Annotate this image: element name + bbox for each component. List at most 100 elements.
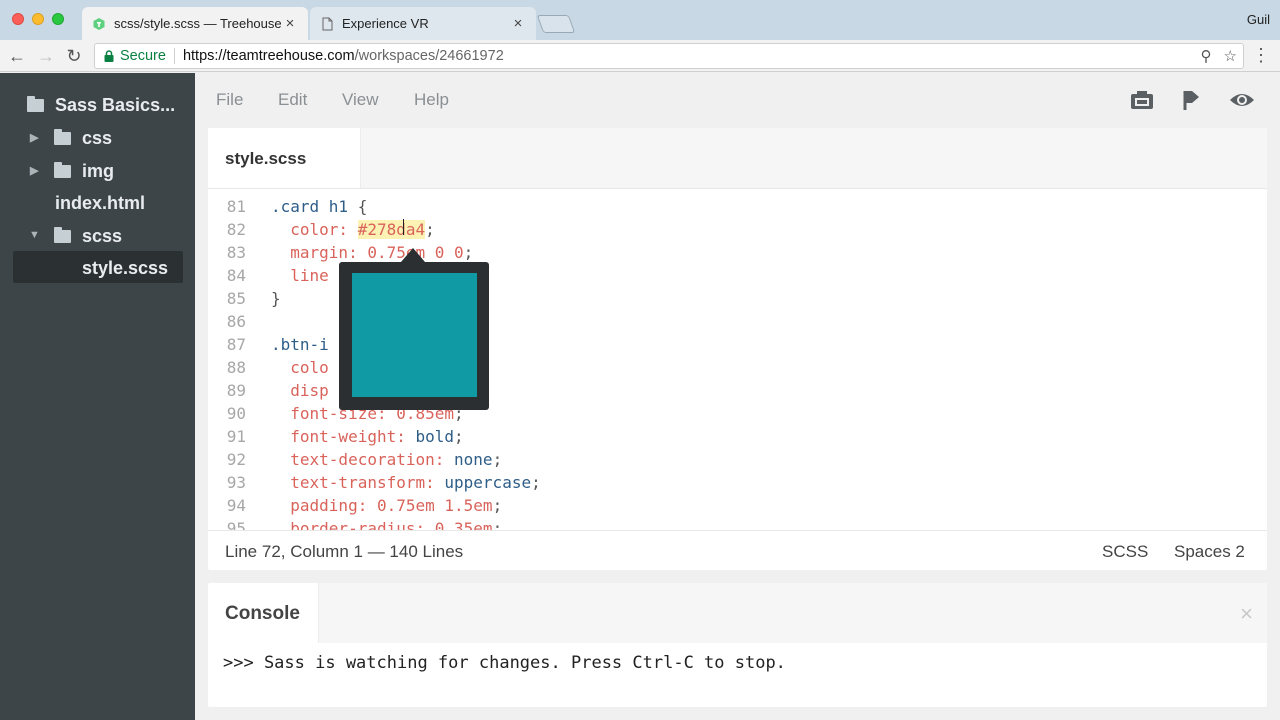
editor-status-bar: Line 72, Column 1 — 140 Lines SCSS Space…: [208, 530, 1267, 570]
line-number: 93: [226, 473, 246, 492]
console-tab-strip: [319, 583, 1267, 643]
bookmark-star-icon[interactable]: ☆: [1224, 47, 1237, 65]
code-token: ;: [425, 220, 435, 239]
address-bar[interactable]: Secure https://teamtreehouse.com /worksp…: [94, 43, 1244, 69]
color-swatch: [352, 273, 477, 397]
code-text: }: [271, 287, 281, 310]
line-number: 86: [226, 312, 246, 331]
reload-icon[interactable]: ↻: [63, 45, 85, 67]
menu-help[interactable]: Help: [414, 90, 449, 110]
window-zoom-button[interactable]: [52, 13, 64, 25]
sidebar-item-css[interactable]: ▶ css: [0, 121, 195, 153]
lock-icon: [104, 50, 114, 62]
code-token: colo: [271, 358, 329, 377]
tab-title: scss/style.scss — Treehouse W: [114, 16, 282, 31]
code-token: .btn-i: [271, 335, 329, 354]
code-token: text-transform:: [271, 473, 445, 492]
code-text: colo: [271, 356, 329, 379]
code-token: ;: [492, 519, 503, 530]
camera-icon[interactable]: [1130, 89, 1154, 111]
folder-icon: [54, 129, 71, 145]
tab-title: Experience VR: [342, 16, 429, 31]
sidebar-item-index-html[interactable]: index.html: [0, 186, 195, 218]
browser-tab-strip: scss/style.scss — Treehouse W × Experien…: [0, 0, 1280, 40]
sidebar-item-label: style.scss: [82, 258, 169, 278]
tab-close-icon[interactable]: ×: [510, 15, 526, 32]
folder-icon: [54, 227, 71, 243]
project-root[interactable]: Sass Basics...: [0, 88, 195, 120]
menu-view[interactable]: View: [342, 90, 379, 110]
sidebar-item-label: index.html: [55, 193, 146, 213]
code-text: padding: 0.75em 1.5em;: [271, 494, 502, 517]
language-mode[interactable]: SCSS: [1102, 542, 1148, 562]
code-token: ;: [463, 243, 474, 262]
line-number: 95: [226, 519, 246, 530]
console-output[interactable]: >>> Sass is watching for changes. Press …: [223, 653, 786, 673]
code-token: text-decoration:: [271, 450, 455, 469]
folder-icon: [27, 96, 44, 112]
cursor-position-status: Line 72, Column 1 — 140 Lines: [225, 542, 464, 561]
line-number: 82: [226, 220, 246, 239]
zoom-icon[interactable]: ⚲: [1201, 47, 1212, 65]
code-text: border-radius: 0.35em;: [271, 517, 502, 530]
browser-menu-icon[interactable]: ⋮: [1252, 46, 1270, 64]
code-token: 0.75em 1.5em: [376, 496, 493, 515]
line-number: 91: [226, 427, 246, 446]
sidebar-item-img[interactable]: ▶ img: [0, 154, 195, 186]
profile-name[interactable]: Guil: [1247, 12, 1270, 27]
indentation-setting[interactable]: Spaces 2: [1174, 542, 1245, 562]
chevron-right-icon[interactable]: ▶: [30, 131, 38, 144]
code-token: margin:: [271, 243, 368, 262]
chevron-right-icon[interactable]: ▶: [30, 164, 38, 177]
highlighted-color-value: #278da4: [357, 220, 426, 239]
code-token: padding:: [271, 496, 377, 515]
line-number: 83: [226, 243, 246, 262]
workspace-menubar: File Edit View Help: [195, 73, 1280, 127]
line-number: 81: [226, 197, 246, 216]
sidebar-item-scss[interactable]: ▼ scss: [0, 219, 195, 251]
preview-eye-icon[interactable]: [1229, 89, 1255, 111]
close-icon[interactable]: ×: [1240, 601, 1253, 627]
sidebar-item-label: css: [82, 128, 113, 148]
line-number: 85: [226, 289, 246, 308]
code-token: disp: [271, 381, 329, 400]
page-icon: [322, 17, 333, 30]
browser-tab-active[interactable]: scss/style.scss — Treehouse W ×: [82, 7, 308, 40]
sidebar-item-label: img: [82, 161, 115, 181]
console-tab[interactable]: Console: [208, 583, 319, 643]
treehouse-favicon-icon: [93, 17, 105, 30]
new-tab-button[interactable]: [536, 15, 576, 33]
code-text: text-transform: uppercase;: [271, 471, 540, 494]
editor-file-tab[interactable]: style.scss: [208, 128, 361, 188]
console-panel: Console × >>> Sass is watching for chang…: [208, 583, 1267, 707]
forward-arrow-icon[interactable]: →: [35, 45, 57, 67]
window-close-button[interactable]: [12, 13, 24, 25]
line-number: 90: [226, 404, 246, 423]
omnibox-icons: ⚲ ☆: [1201, 47, 1237, 65]
share-flag-icon[interactable]: [1182, 89, 1202, 111]
browser-tab[interactable]: Experience VR ×: [310, 7, 536, 40]
code-token: bold: [415, 427, 455, 446]
line-number: 87: [226, 335, 246, 354]
code-text: .btn-i: [271, 333, 329, 356]
sidebar-item-style-scss[interactable]: style.scss: [13, 251, 183, 283]
code-token: .card h1: [271, 197, 358, 216]
code-token: }: [271, 289, 281, 308]
back-arrow-icon[interactable]: ←: [6, 45, 28, 67]
code-text: font-weight: bold;: [271, 425, 463, 448]
menu-file[interactable]: File: [216, 90, 243, 110]
menu-edit[interactable]: Edit: [278, 90, 307, 110]
code-token: ;: [492, 496, 503, 515]
secure-label: Secure: [120, 48, 166, 64]
code-token: color:: [271, 220, 358, 239]
color-preview-popup: [339, 248, 489, 410]
code-token: line: [271, 266, 329, 285]
window-minimize-button[interactable]: [32, 13, 44, 25]
url-path: /workspaces/24661972: [354, 48, 504, 64]
file-tree-sidebar: Sass Basics... ▶ css ▶ img index.html ▼ …: [0, 73, 195, 720]
tab-close-icon[interactable]: ×: [282, 15, 298, 32]
chevron-down-icon[interactable]: ▼: [29, 229, 40, 241]
code-token: uppercase: [444, 473, 532, 492]
omnibox-divider: [173, 48, 175, 64]
project-title: Sass Basics...: [55, 95, 176, 115]
